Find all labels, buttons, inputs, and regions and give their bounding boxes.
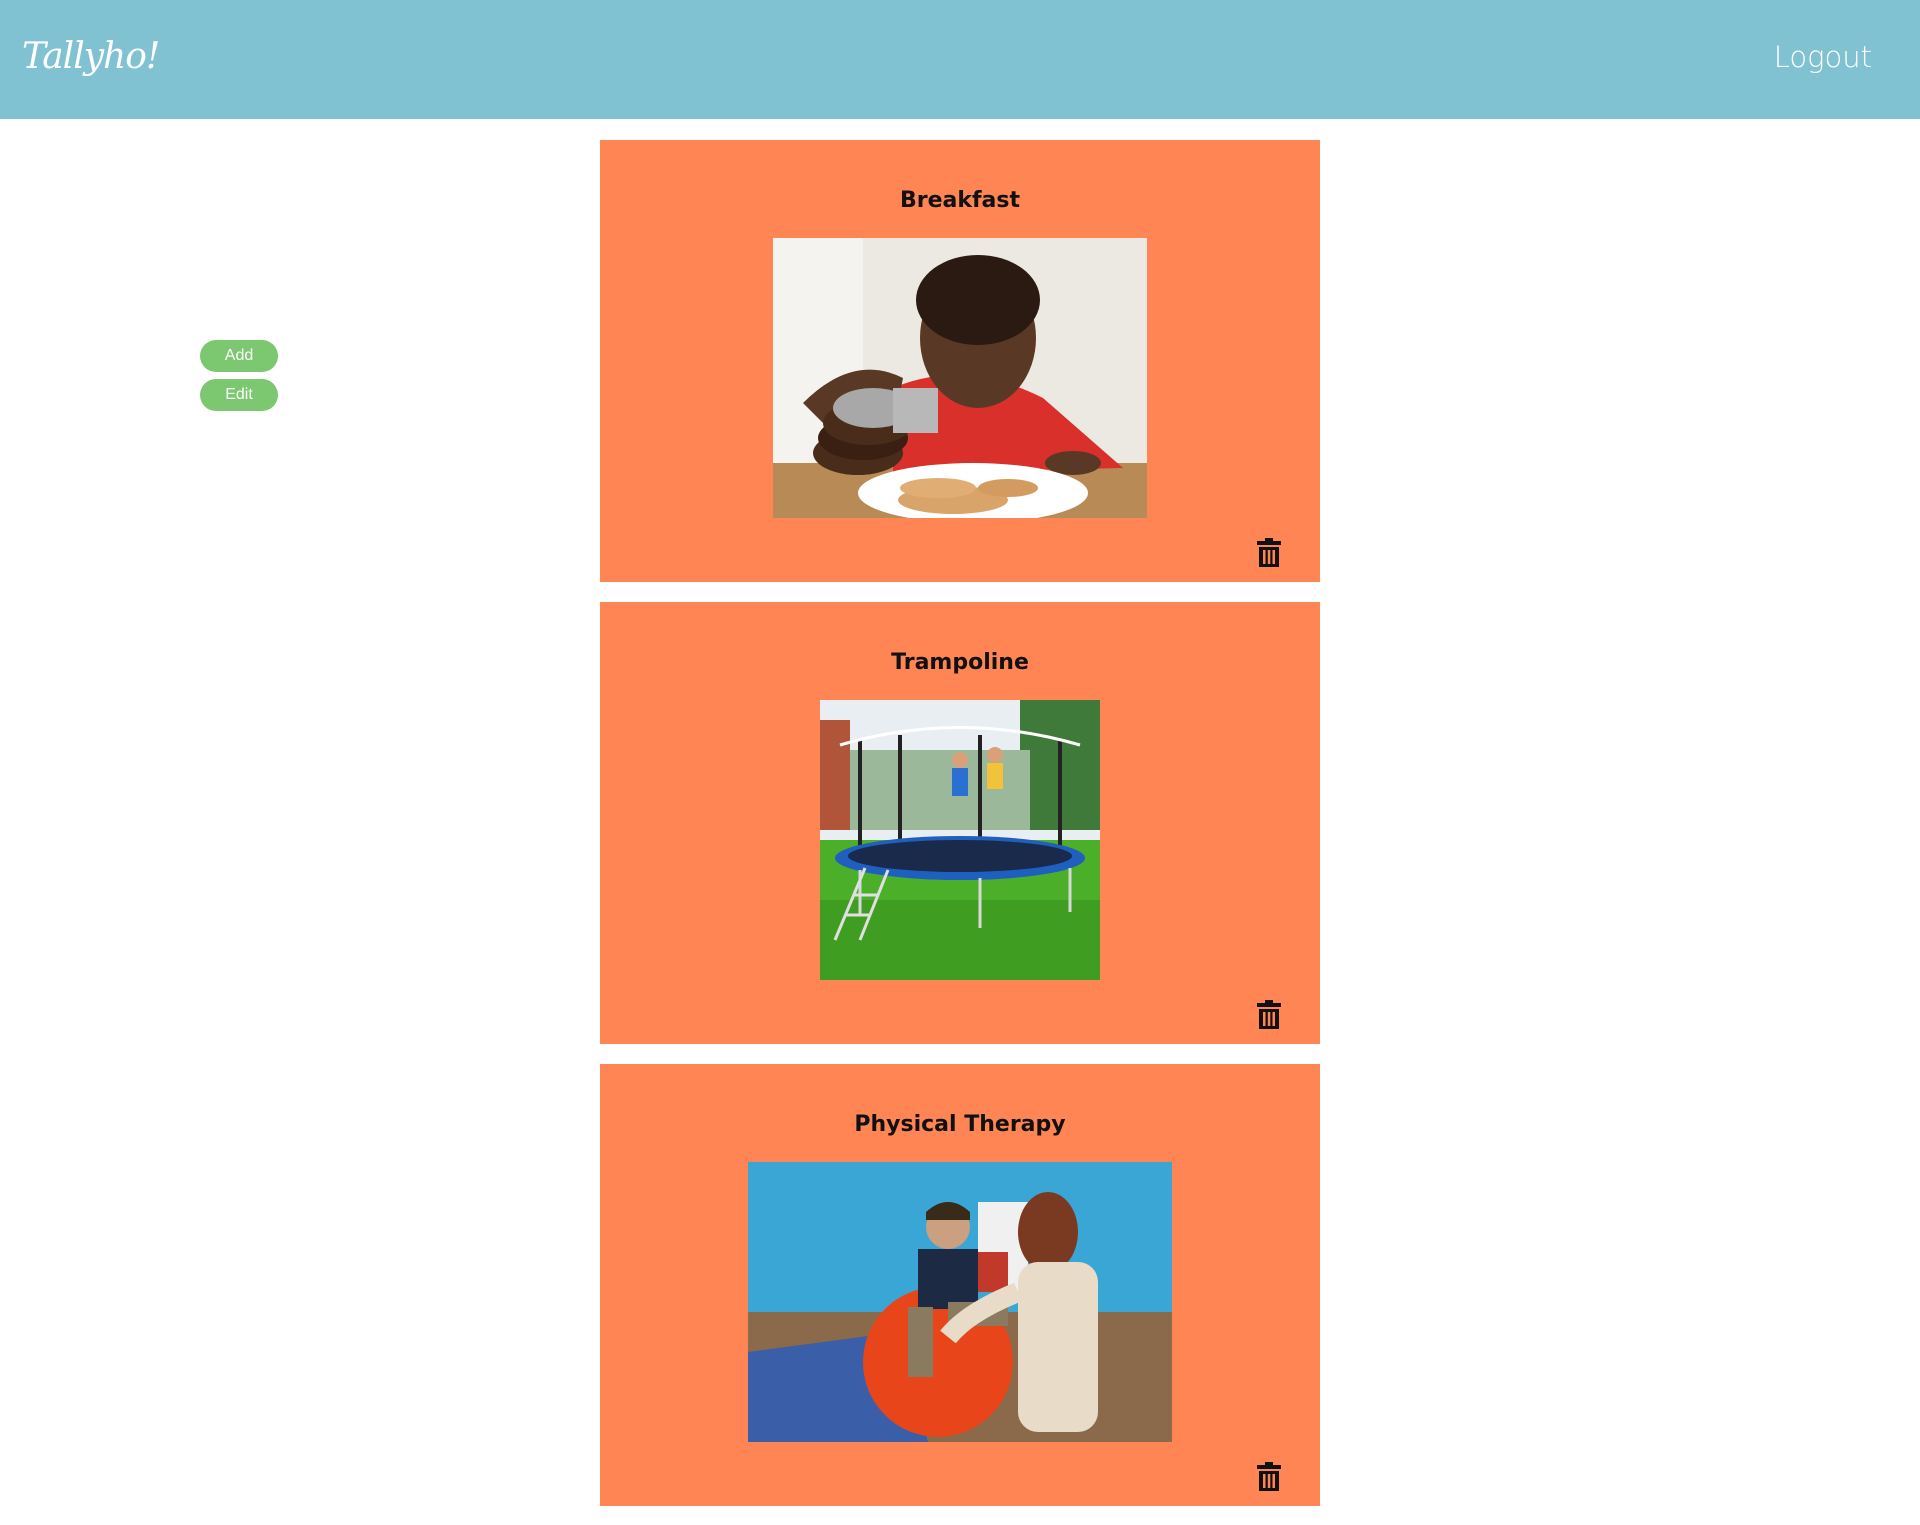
trash-icon[interactable] [1256,1462,1282,1492]
trash-icon[interactable] [1256,1000,1282,1030]
top-navbar: Tallyho! Logout [0,0,1920,119]
trampoline-photo [820,700,1100,980]
card-title: Trampoline [891,650,1029,675]
card-title: Physical Therapy [854,1112,1066,1137]
breakfast-photo [773,238,1147,518]
logout-link[interactable]: Logout [1774,40,1872,74]
add-button[interactable]: Add [200,340,278,372]
logo[interactable]: Tallyho! [22,36,160,77]
activity-card-breakfast[interactable]: Breakfast [600,140,1320,582]
activity-card-physical-therapy[interactable]: Physical Therapy [600,1064,1320,1506]
trash-icon[interactable] [1256,538,1282,568]
physical-therapy-photo [748,1162,1172,1442]
card-title: Breakfast [899,188,1021,213]
edit-button[interactable]: Edit [200,379,278,411]
activity-card-trampoline[interactable]: Trampoline [600,602,1320,1044]
